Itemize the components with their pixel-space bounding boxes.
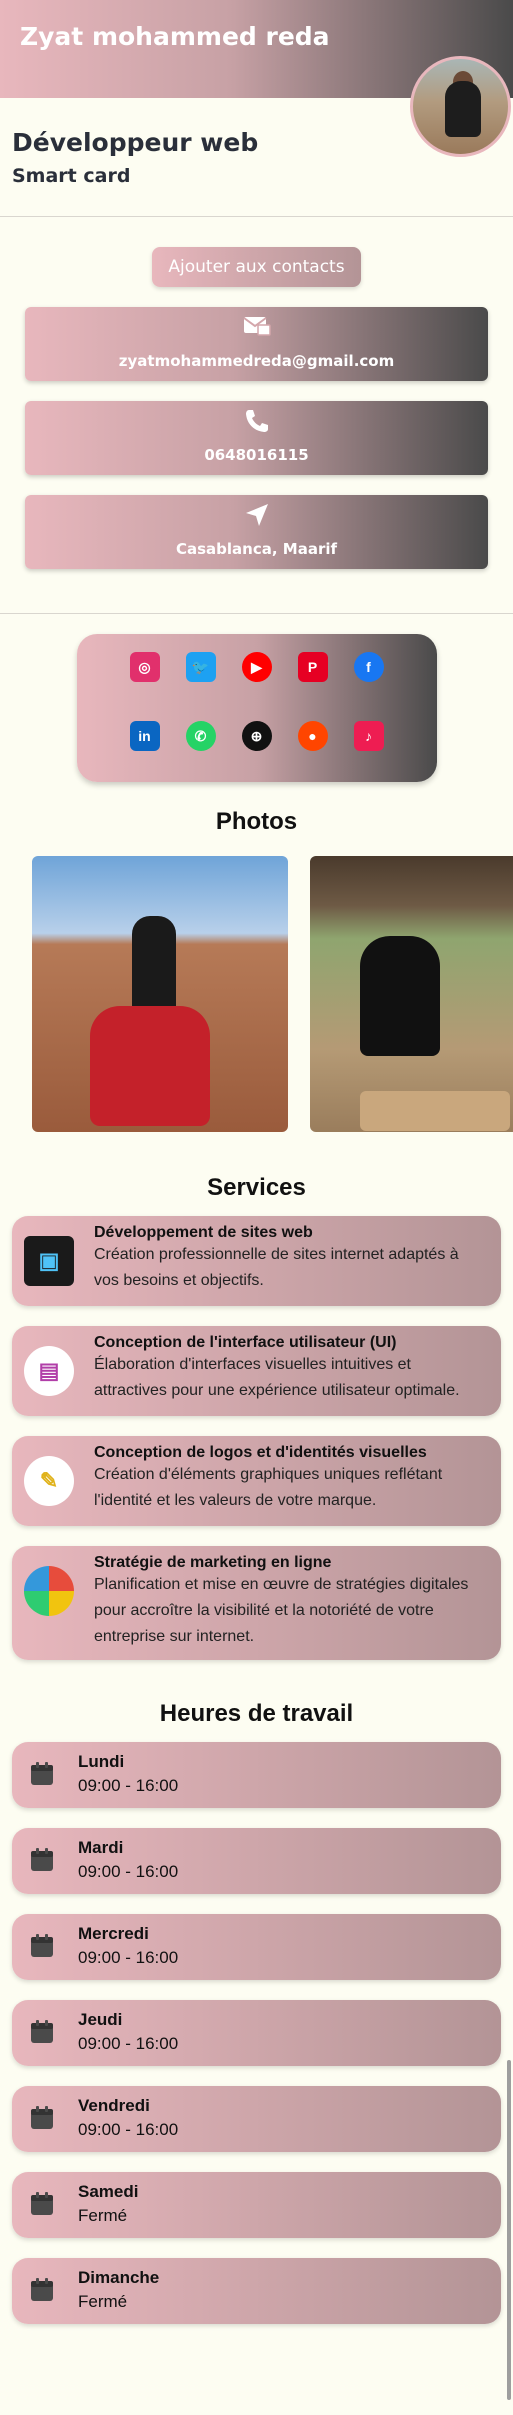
day-label: Lundi	[78, 1752, 125, 1771]
day-label: Mardi	[78, 1838, 124, 1857]
time-label: 09:00 - 16:00	[78, 1862, 179, 1881]
day-label: Vendredi	[78, 2096, 150, 2115]
calendar-icon	[31, 1762, 53, 1785]
service-card: ✎ Conception de logos et d'identités vis…	[12, 1436, 501, 1526]
service-title: Stratégie de marketing en ligne	[94, 1554, 332, 1571]
website-icon[interactable]: ⊕	[241, 721, 272, 751]
calendar-icon	[31, 1934, 53, 1957]
hours-row: Dimanche Fermé	[12, 2258, 501, 2324]
phone-text: 0648016115	[204, 446, 309, 464]
services-heading: Services	[207, 1174, 306, 1201]
contacts-section: Ajouter aux contacts zyatmohammedreda@gm…	[0, 217, 513, 613]
time-label: Fermé	[78, 2292, 128, 2311]
time-label: 09:00 - 16:00	[78, 1948, 179, 1967]
location-card[interactable]: Casablanca, Maarif	[25, 495, 488, 569]
marketing-icon	[24, 1566, 74, 1616]
web-dev-icon: ▣	[24, 1236, 74, 1286]
subtitle: Smart card	[12, 165, 131, 187]
service-title: Conception de l'interface utilisateur (U…	[94, 1334, 397, 1351]
hours-row: Mercredi 09:00 - 16:00	[12, 1914, 501, 1980]
service-card: ▤ Conception de l'interface utilisateur …	[12, 1326, 501, 1416]
hours-row: Lundi 09:00 - 16:00	[12, 1742, 501, 1808]
hours-list: Lundi 09:00 - 16:00 Mardi 09:00 - 16:00 Merc…	[0, 1728, 513, 2324]
hours-row: Jeudi 09:00 - 16:00	[12, 2000, 501, 2066]
service-card: Stratégie de marketing en ligne Planific…	[12, 1546, 501, 1660]
service-title: Conception de logos et d'identités visue…	[94, 1444, 427, 1461]
service-card: ▣ Développement de sites web Création pr…	[12, 1216, 501, 1306]
calendar-icon	[31, 1848, 53, 1871]
time-label: 09:00 - 16:00	[78, 1776, 179, 1795]
hours-row: Mardi 09:00 - 16:00	[12, 1828, 501, 1894]
twitter-icon[interactable]: 🐦	[185, 652, 216, 682]
logo-design-icon: ✎	[24, 1456, 74, 1506]
avatar	[410, 56, 511, 157]
service-desc: Élaboration d'interfaces visuelles intui…	[94, 1356, 460, 1399]
hours-heading: Heures de travail	[159, 1700, 354, 1727]
day-label: Dimanche	[78, 2268, 160, 2287]
photo-tent[interactable]	[310, 856, 513, 1132]
day-label: Samedi	[78, 2182, 139, 2201]
day-label: Mercredi	[78, 1924, 149, 1943]
ui-design-icon: ▤	[24, 1346, 74, 1396]
time-label: Fermé	[78, 2206, 128, 2225]
calendar-icon	[31, 2278, 53, 2301]
envelope-icon	[25, 313, 488, 346]
calendar-icon	[31, 2020, 53, 2043]
calendar-icon	[31, 2106, 53, 2129]
hours-row: Samedi Fermé	[12, 2172, 501, 2238]
service-desc: Planification et mise en œuvre de straté…	[94, 1576, 469, 1645]
photo-gallery[interactable]	[0, 856, 513, 1136]
profile-name: Zyat mohammed reda	[20, 22, 330, 51]
facebook-icon[interactable]: f	[353, 652, 384, 682]
instagram-icon[interactable]: ◎	[129, 652, 160, 682]
scrollbar[interactable]	[507, 2060, 511, 2400]
phone-icon	[25, 407, 488, 442]
phone-card[interactable]: 0648016115	[25, 401, 488, 475]
header: Zyat mohammed reda	[0, 0, 513, 157]
location-text: Casablanca, Maarif	[175, 540, 338, 558]
photo-quad[interactable]	[32, 856, 288, 1132]
service-desc: Création d'éléments graphiques uniques r…	[94, 1466, 443, 1509]
day-label: Jeudi	[78, 2010, 123, 2029]
time-label: 09:00 - 16:00	[78, 2120, 179, 2139]
time-label: 09:00 - 16:00	[78, 2034, 179, 2053]
tiktok-icon[interactable]: ♪	[353, 721, 384, 751]
add-to-contacts-button[interactable]: Ajouter aux contacts	[152, 247, 361, 287]
pinterest-icon[interactable]: P	[297, 652, 328, 682]
location-arrow-icon	[25, 501, 488, 536]
social-links: ◎ 🐦 ▶ Pf in ✆ ⊕ ● ♪	[76, 634, 437, 782]
calendar-icon	[31, 2192, 53, 2215]
photos-heading: Photos	[215, 808, 298, 835]
socials-section: ◎ 🐦 ▶ Pf in ✆ ⊕ ● ♪	[0, 614, 513, 782]
linkedin-icon[interactable]: in	[129, 721, 160, 751]
reddit-icon[interactable]: ●	[297, 721, 328, 751]
page: Zyat mohammed reda Développeur web Smart…	[0, 0, 513, 2415]
whatsapp-icon[interactable]: ✆	[185, 721, 216, 751]
youtube-icon[interactable]: ▶	[241, 652, 272, 682]
service-title: Développement de sites web	[94, 1224, 313, 1241]
email-card[interactable]: zyatmohammedreda@gmail.com	[25, 307, 488, 381]
email-text: zyatmohammedreda@gmail.com	[118, 352, 395, 370]
service-desc: Création professionnelle de sites intern…	[94, 1246, 459, 1289]
hours-row: Vendredi 09:00 - 16:00	[12, 2086, 501, 2152]
